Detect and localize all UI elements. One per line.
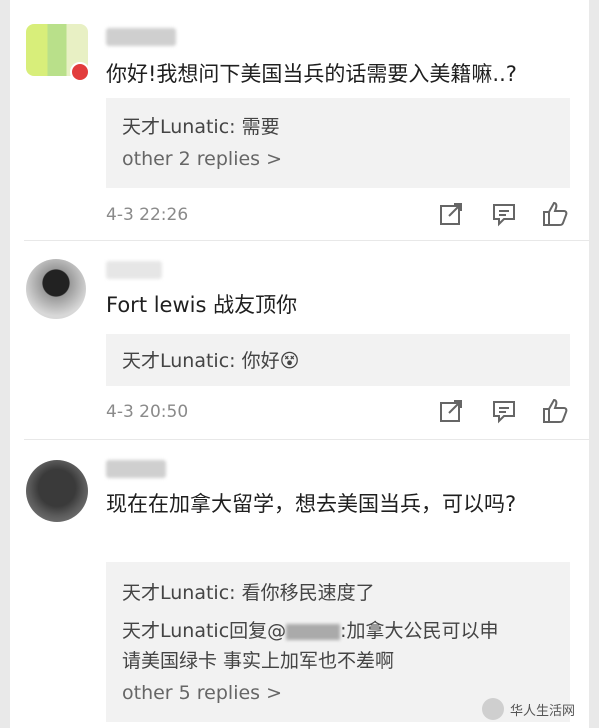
comment-icon[interactable] bbox=[490, 200, 518, 228]
reply-line: 天才Lunatic回复@ :加拿大公民可以申 bbox=[122, 616, 499, 643]
comment-icon[interactable] bbox=[490, 397, 518, 425]
more-replies-link[interactable]: other 2 replies > bbox=[122, 148, 282, 170]
comment-text: 你好!我想问下美国当兵的话需要入美籍嘛..? bbox=[106, 62, 517, 86]
avatar[interactable] bbox=[26, 460, 88, 522]
more-replies-link[interactable]: other 5 replies > bbox=[122, 682, 282, 704]
reply-prefix: 天才Lunatic回复@ bbox=[122, 620, 287, 642]
comment-item: 现在在加拿大留学，想去美国当兵，可以吗? 天才Lunatic: 看你移民速度了 … bbox=[10, 440, 589, 728]
share-icon[interactable] bbox=[437, 200, 465, 228]
comment-item: Fort lewis 战友顶你 天才Lunatic: 你好😵 4-3 20:50 bbox=[10, 241, 589, 439]
reply-line: 天才Lunatic: 看你移民速度了 bbox=[122, 582, 375, 604]
wechat-icon bbox=[481, 698, 504, 720]
avatar[interactable] bbox=[26, 259, 86, 319]
watermark: 华人生活网 bbox=[481, 698, 575, 720]
like-icon[interactable] bbox=[541, 200, 569, 228]
timestamp: 4-3 20:50 bbox=[106, 402, 189, 422]
reply-line: 请美国绿卡 事实上加军也不差啊 bbox=[122, 650, 395, 672]
reply-line: 天才Lunatic: 你好😵 bbox=[122, 350, 300, 372]
comment-text: 现在在加拿大留学，想去美国当兵，可以吗? bbox=[106, 492, 517, 516]
reply-line: 天才Lunatic: 需要 bbox=[122, 116, 280, 138]
share-icon[interactable] bbox=[437, 397, 465, 425]
reply-box[interactable]: 天才Lunatic: 需要 other 2 replies > bbox=[106, 98, 570, 188]
like-icon[interactable] bbox=[541, 397, 569, 425]
badge-icon bbox=[70, 62, 90, 82]
comment-list: 你好!我想问下美国当兵的话需要入美籍嘛..? 天才Lunatic: 需要 oth… bbox=[10, 0, 589, 728]
timestamp: 4-3 22:26 bbox=[106, 205, 189, 225]
comment-text: Fort lewis 战友顶你 bbox=[106, 293, 298, 317]
username-blurred bbox=[106, 460, 166, 478]
username-blurred bbox=[106, 261, 162, 279]
comment-item: 你好!我想问下美国当兵的话需要入美籍嘛..? 天才Lunatic: 需要 oth… bbox=[10, 0, 589, 240]
mention-blurred[interactable] bbox=[286, 623, 341, 640]
reply-box[interactable]: 天才Lunatic: 你好😵 bbox=[106, 334, 570, 386]
username-blurred bbox=[106, 28, 176, 46]
watermark-label: 华人生活网 bbox=[509, 703, 575, 719]
reply-suffix: :加拿大公民可以申 bbox=[340, 620, 499, 642]
